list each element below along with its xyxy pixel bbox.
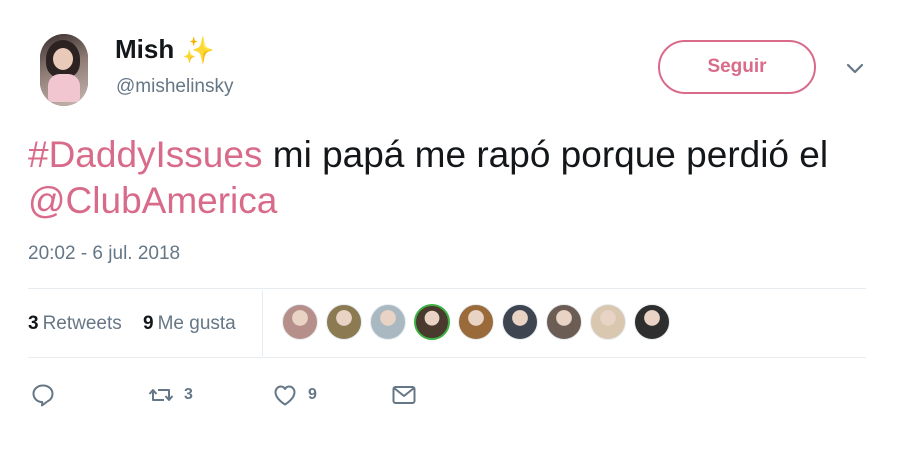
user-avatar[interactable] (40, 34, 88, 106)
liker-avatar[interactable] (590, 304, 626, 340)
divider-bottom (28, 357, 866, 358)
liker-avatar[interactable] (370, 304, 406, 340)
mention-link[interactable]: @ClubAmerica (28, 180, 277, 221)
liker-avatar[interactable] (634, 304, 670, 340)
user-handle[interactable]: @mishelinsky (116, 76, 233, 98)
retweet-button[interactable]: 3 (148, 382, 193, 408)
follow-button[interactable]: Seguir (658, 40, 816, 94)
divider-top (28, 288, 866, 289)
retweets-label: Retweets (42, 313, 122, 334)
hashtag-link[interactable]: #DaddyIssues (28, 134, 262, 175)
retweet-count: 3 (184, 386, 193, 403)
envelope-icon (392, 386, 416, 404)
liker-avatar[interactable] (414, 304, 450, 340)
tweet-text-body: mi papá me rapó porque perdió el (262, 134, 829, 175)
likes-count: 9 (143, 313, 154, 334)
retweet-icon (148, 389, 174, 401)
like-count: 9 (308, 386, 317, 403)
heart-icon (274, 385, 296, 406)
liker-avatar[interactable] (458, 304, 494, 340)
tweet-timestamp[interactable]: 20:02 - 6 jul. 2018 (28, 243, 180, 265)
reply-button[interactable] (30, 382, 56, 408)
liker-avatar[interactable] (326, 304, 362, 340)
likes-stat[interactable]: 9 Me gusta (143, 313, 236, 335)
tweet-text: #DaddyIssues mi papá me rapó porque perd… (28, 132, 868, 224)
liker-avatar[interactable] (502, 304, 538, 340)
like-button[interactable]: 9 (272, 382, 317, 408)
sparkles-emoji: ✨ (182, 34, 215, 65)
liker-avatar[interactable] (282, 304, 318, 340)
likers-avatars (282, 304, 670, 340)
display-name[interactable]: Mish (115, 34, 174, 65)
liker-avatar[interactable] (546, 304, 582, 340)
user-name-row[interactable]: Mish ✨ (115, 34, 215, 65)
chevron-down-icon[interactable] (844, 58, 866, 78)
likes-label: Me gusta (157, 313, 236, 334)
retweets-stat[interactable]: 3 Retweets (28, 313, 122, 335)
stats-divider (262, 290, 263, 356)
reply-icon (32, 384, 54, 407)
direct-message-button[interactable] (391, 382, 417, 408)
retweets-count: 3 (28, 313, 39, 334)
